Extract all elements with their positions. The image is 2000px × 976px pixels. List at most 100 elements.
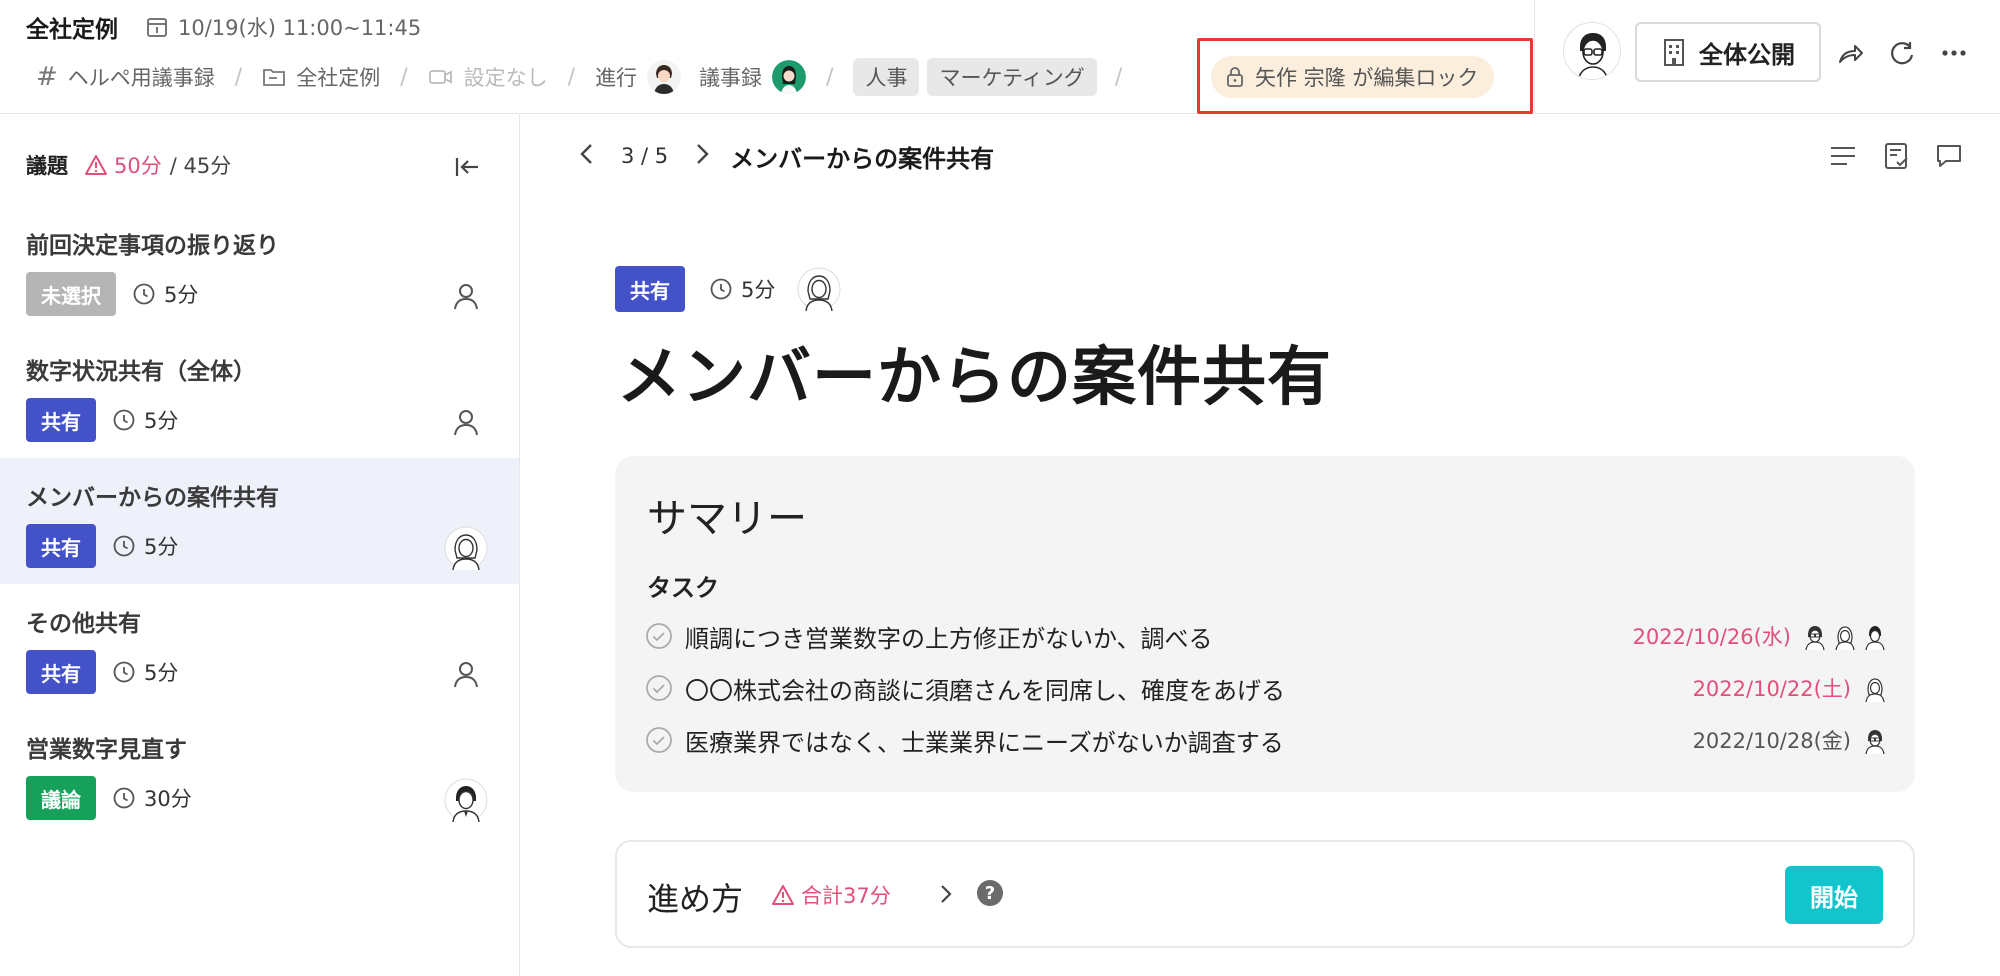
agenda-item-meta: 共有 5分: [26, 398, 178, 442]
time-warning: 合計37分: [771, 880, 891, 910]
main-content: 3 / 5 メンバーからの案件共有 共有 5分 メンバーからの案件共有 サマリー…: [521, 114, 2000, 976]
crumb-facilitator[interactable]: 進行: [595, 60, 682, 94]
task-assignee-avatars[interactable]: [1801, 622, 1889, 650]
agenda-item[interactable]: その他共有 共有 5分: [0, 584, 519, 710]
header: 全社定例 10/19(水) 11:00~11:45 # ヘルペ用議事録 / 全社…: [0, 0, 2000, 114]
agenda-pager: 3 / 5 メンバーからの案件共有: [577, 134, 994, 178]
status-badge[interactable]: 共有: [26, 398, 96, 442]
status-badge[interactable]: 議論: [26, 776, 96, 820]
building-icon: [1664, 39, 1684, 66]
chevron-right-icon[interactable]: [937, 882, 955, 910]
calendar-icon: [147, 18, 167, 37]
crumb-template[interactable]: # ヘルペ用議事録: [36, 62, 215, 92]
divider: /: [400, 64, 408, 90]
item-owner-avatar[interactable]: [797, 267, 841, 311]
overtime-warning: 50分: [84, 150, 162, 180]
crumb-minutes[interactable]: 議事録: [699, 60, 807, 94]
summary-panel: サマリー タスク 順調につき営業数字の上方修正がないか、調べる 2022/10/…: [615, 456, 1915, 792]
divider: /: [826, 64, 834, 90]
collapse-sidebar-icon[interactable]: [452, 152, 482, 182]
agenda-item-meta: 共有 5分: [26, 650, 178, 694]
assignee-person-icon[interactable]: [444, 274, 488, 318]
more-options-icon[interactable]: [1939, 38, 1969, 68]
agenda-item-title: 数字状況共有（全体）: [26, 359, 256, 385]
task-row[interactable]: 〇〇株式会社の商談に須磨さんを同席し、確度をあげる 2022/10/22(土): [645, 668, 1889, 708]
check-circle-icon[interactable]: [645, 674, 673, 702]
task-due-date[interactable]: 2022/10/26(水): [1633, 621, 1791, 651]
task-due-date[interactable]: 2022/10/22(土): [1693, 673, 1851, 703]
public-visibility-button[interactable]: 全体公開: [1635, 22, 1821, 82]
crumb-folder[interactable]: 全社定例: [262, 62, 380, 92]
task-meta: 2022/10/26(水): [1633, 621, 1889, 651]
crumb-video-label: 設定なし: [463, 66, 548, 90]
tag-hr[interactable]: 人事: [853, 58, 920, 96]
status-badge[interactable]: 共有: [26, 524, 96, 568]
task-due-date[interactable]: 2022/10/28(金): [1693, 725, 1851, 755]
task-text: 〇〇株式会社の商談に須磨さんを同席し、確度をあげる: [685, 676, 1285, 705]
item-meta: 共有 5分: [615, 266, 841, 312]
crumb-template-label: ヘルペ用議事録: [67, 66, 215, 90]
meeting-datetime[interactable]: 10/19(水) 11:00~11:45: [146, 12, 421, 42]
assignee-avatar[interactable]: [444, 526, 488, 570]
task-assignee-avatars[interactable]: [1861, 674, 1889, 702]
agenda-item[interactable]: メンバーからの案件共有 共有 5分: [0, 458, 519, 584]
planned-total: / 45分: [169, 154, 232, 178]
crumb-video[interactable]: 設定なし: [428, 62, 548, 92]
assignee-person-icon[interactable]: [444, 400, 488, 444]
warning-icon: [85, 155, 107, 175]
agenda-header: 議題 50分 / 45分: [26, 150, 231, 180]
task-meta: 2022/10/28(金): [1693, 725, 1889, 755]
task-row[interactable]: 順調につき営業数字の上方修正がないか、調べる 2022/10/26(水): [645, 616, 1889, 656]
help-icon[interactable]: ?: [977, 880, 1003, 906]
warning-icon: [772, 885, 794, 905]
check-circle-icon[interactable]: [645, 622, 673, 650]
clock-icon: [113, 787, 135, 809]
time-warning-text: 合計37分: [801, 884, 891, 908]
task-assignee-avatars[interactable]: [1861, 726, 1889, 754]
comment-icon[interactable]: [1933, 140, 1965, 172]
agenda-sidebar: 議題 50分 / 45分 前回決定事項の振り返り 未選択 5分 数字状況共有（全…: [0, 114, 520, 976]
overtime-text: 50分: [114, 154, 162, 178]
clock-icon: [113, 661, 135, 683]
duration-text: 5分: [144, 409, 179, 433]
assignee-person-icon[interactable]: [444, 652, 488, 696]
start-button[interactable]: 開始: [1785, 866, 1883, 924]
duration-text: 5分: [741, 278, 776, 302]
task-text: 医療業界ではなく、士業業界にニーズがないか調査する: [685, 728, 1284, 757]
agenda-item-title: 営業数字見直す: [26, 737, 187, 763]
agenda-item[interactable]: 営業数字見直す 議論 30分: [0, 710, 519, 836]
edit-lock-indicator[interactable]: 矢作 宗隆 が編集ロック: [1211, 56, 1495, 98]
meeting-title[interactable]: 全社定例: [26, 10, 118, 44]
video-camera-icon: [428, 70, 452, 84]
edit-lock-text: 矢作 宗隆 が編集ロック: [1255, 66, 1479, 90]
agenda-item-meta: 共有 5分: [26, 524, 178, 568]
chevron-left-icon[interactable]: [577, 142, 597, 171]
duration: 5分: [112, 405, 178, 435]
title-row: 全社定例 10/19(水) 11:00~11:45: [26, 10, 421, 44]
chevron-right-icon[interactable]: [692, 142, 712, 171]
check-circle-icon[interactable]: [645, 726, 673, 754]
header-actions: 全体公開: [1534, 0, 2000, 114]
assignee-avatar[interactable]: [444, 778, 488, 822]
agenda-item-title: メンバーからの案件共有: [26, 485, 279, 511]
clock-icon: [710, 278, 732, 300]
task-meta: 2022/10/22(土): [1693, 673, 1889, 703]
datetime-text: 10/19(水) 11:00~11:45: [178, 16, 422, 40]
status-badge[interactable]: 未選択: [26, 272, 116, 316]
duration-text: 5分: [164, 283, 199, 307]
task-row[interactable]: 医療業界ではなく、士業業界にニーズがないか調査する 2022/10/28(金): [645, 720, 1889, 760]
agenda-item-title: その他共有: [26, 611, 141, 637]
share-icon[interactable]: [1835, 38, 1865, 68]
status-badge[interactable]: 共有: [26, 650, 96, 694]
refresh-icon[interactable]: [1887, 38, 1917, 68]
status-badge[interactable]: 共有: [615, 266, 685, 312]
tag-marketing[interactable]: マーケティング: [927, 58, 1097, 96]
facilitator-label: 進行: [595, 66, 638, 90]
agenda-item[interactable]: 数字状況共有（全体） 共有 5分: [0, 332, 519, 458]
user-avatar[interactable]: [1563, 22, 1621, 80]
task-checklist-icon[interactable]: [1881, 140, 1913, 172]
clock-icon: [113, 535, 135, 557]
lock-icon: [1227, 67, 1243, 87]
list-icon[interactable]: [1827, 140, 1859, 172]
agenda-item[interactable]: 前回決定事項の振り返り 未選択 5分: [0, 206, 519, 332]
